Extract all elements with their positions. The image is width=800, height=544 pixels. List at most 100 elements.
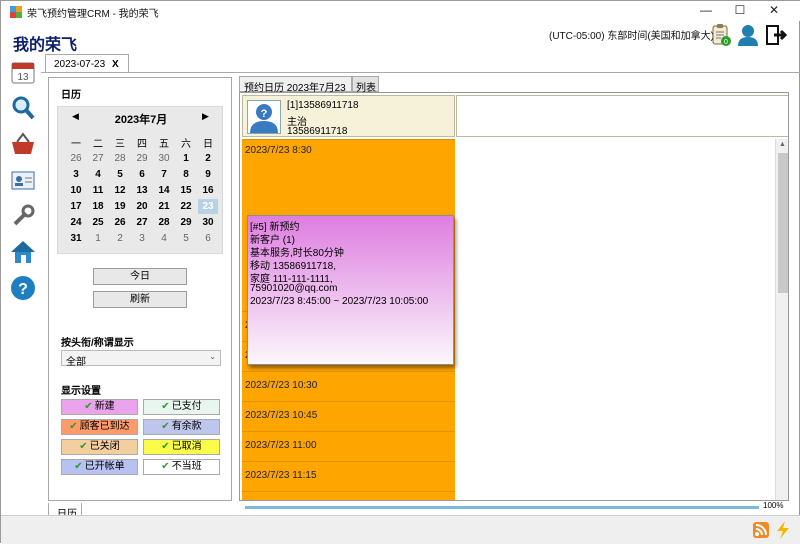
calendar-day[interactable]: 16	[198, 183, 218, 198]
staff-name: [1]13586911718	[287, 100, 359, 111]
time-slot[interactable]: 2023/7/23 10:45	[242, 401, 455, 431]
calendar-day[interactable]: 27	[132, 215, 152, 230]
calendar-day-selected[interactable]: 23	[198, 199, 218, 214]
calendar-day[interactable]: 6	[198, 231, 218, 246]
help-icon[interactable]: ?	[10, 275, 36, 301]
calendar-day[interactable]: 25	[88, 215, 108, 230]
calendar-day[interactable]: 11	[88, 183, 108, 198]
calendar-day[interactable]: 2	[110, 231, 130, 246]
check-icon: ✔	[74, 461, 83, 472]
legend-item[interactable]: ✔ 已开帐单	[61, 459, 138, 475]
minimize-button[interactable]: —	[689, 1, 723, 19]
clipboard-icon[interactable]: 0	[709, 23, 733, 47]
calendar-day[interactable]: 27	[88, 151, 108, 166]
time-slot[interactable]: 2023/7/23 11:30	[242, 491, 455, 500]
legend-item[interactable]: ✔ 已关闭	[61, 439, 138, 455]
calendar-day[interactable]: 3	[132, 231, 152, 246]
timezone-label: (UTC-05:00) 东部时间(美国和加拿大)	[549, 31, 715, 42]
scrollbar-thumb[interactable]	[778, 153, 788, 293]
check-icon: ✔	[84, 401, 93, 412]
refresh-button[interactable]: 刷新	[93, 291, 187, 308]
logout-icon[interactable]	[764, 23, 788, 47]
legend-item[interactable]: ✔ 已取消	[143, 439, 220, 455]
tab-day-view[interactable]: 预约日历 2023年7月23日	[239, 76, 352, 109]
home-icon[interactable]	[10, 239, 36, 265]
avatar-icon: ?	[247, 100, 281, 134]
calendar-day[interactable]: 22	[176, 199, 196, 214]
legend-item[interactable]: ✔ 有余款	[143, 419, 220, 435]
legend-item[interactable]: ✔ 已支付	[143, 399, 220, 415]
legend-item[interactable]: ✔ 不当班	[143, 459, 220, 475]
scroll-up-icon[interactable]: ▲	[779, 141, 786, 148]
legend-item[interactable]: ✔ 新建	[61, 399, 138, 415]
search-icon[interactable]	[10, 95, 36, 121]
vertical-scrollbar[interactable]: ▲	[775, 139, 788, 500]
rss-icon[interactable]	[753, 522, 769, 538]
calendar-day[interactable]: 1	[176, 151, 196, 166]
lightning-icon[interactable]	[775, 521, 791, 539]
check-icon: ✔	[161, 461, 170, 472]
time-slot-label: 2023/7/23 10:30	[245, 380, 318, 391]
calendar-day[interactable]: 15	[176, 183, 196, 198]
tab-divider	[41, 72, 800, 73]
month-calendar: ◀ 2023年7月 ▶ 一二三四五六日 26 27 28 29 30 1 2 3 4 5 6 7 8 9 1…	[57, 106, 223, 254]
next-month-icon[interactable]: ▶	[202, 111, 209, 122]
calendar-day[interactable]: 13	[132, 183, 152, 198]
tab-list-view[interactable]: 列表	[352, 76, 379, 94]
calendar-day[interactable]: 30	[198, 215, 218, 230]
today-button[interactable]: 今日	[93, 268, 187, 285]
calendar-day[interactable]: 14	[154, 183, 174, 198]
staff-header[interactable]: ? [1]13586911718 主治 13586911718	[242, 95, 455, 137]
calendar-day[interactable]: 5	[176, 231, 196, 246]
svg-text:13: 13	[17, 72, 29, 83]
calendar-day[interactable]: 6	[132, 167, 152, 182]
tab-date[interactable]: 2023-07-23 X	[45, 54, 129, 73]
weekday-label: 三	[115, 139, 125, 150]
calendar-day[interactable]: 5	[110, 167, 130, 182]
time-slot[interactable]: 2023/7/23 10:30	[242, 371, 455, 401]
calendar-day[interactable]: 18	[88, 199, 108, 214]
left-nav: 13 ?	[1, 53, 41, 544]
calendar-day[interactable]: 26	[66, 151, 86, 166]
basket-icon[interactable]	[10, 131, 36, 157]
appointment-line: 2023/7/23 8:45:00 ~ 2023/7/23 10:05:00	[250, 296, 429, 307]
legend-item[interactable]: ✔ 顾客已到达	[61, 419, 138, 435]
filter-label: 按头衔/称谓显示	[61, 338, 134, 349]
calendar-day[interactable]: 8	[176, 167, 196, 182]
calendar-day[interactable]: 7	[154, 167, 174, 182]
time-slot[interactable]: 2023/7/23 11:15	[242, 461, 455, 491]
calendar-day[interactable]: 10	[66, 183, 86, 198]
contact-card-icon[interactable]	[10, 167, 36, 193]
wrench-icon[interactable]	[10, 203, 36, 229]
calendar-day[interactable]: 30	[154, 151, 174, 166]
calendar-icon[interactable]: 13	[10, 59, 36, 85]
calendar-day[interactable]: 1	[88, 231, 108, 246]
calendar-day[interactable]: 4	[154, 231, 174, 246]
appointment-card[interactable]: [#5] 新预约 新客户 (1) 基本服务,时长80分钟 移动 13586911718…	[247, 215, 454, 365]
calendar-day[interactable]: 3	[66, 167, 86, 182]
calendar-day[interactable]: 21	[154, 199, 174, 214]
calendar-day[interactable]: 2	[198, 151, 218, 166]
calendar-day[interactable]: 20	[132, 199, 152, 214]
title-filter-select[interactable]: 全部 ⌄	[61, 350, 221, 368]
calendar-panel: 日历 ◀ 2023年7月 ▶ 一二三四五六日 26 27 28 29 30 1 2 3 4 5 6 7…	[48, 77, 232, 501]
calendar-day[interactable]: 19	[110, 199, 130, 214]
user-icon[interactable]	[736, 23, 760, 47]
calendar-day[interactable]: 29	[132, 151, 152, 166]
calendar-day[interactable]: 9	[198, 167, 218, 182]
calendar-day[interactable]: 31	[66, 231, 86, 246]
calendar-day[interactable]: 26	[110, 215, 130, 230]
calendar-day[interactable]: 17	[66, 199, 86, 214]
calendar-day[interactable]: 29	[176, 215, 196, 230]
time-slot[interactable]: 2023/7/23 11:00	[242, 431, 455, 461]
maximize-button[interactable]: ☐	[723, 1, 757, 19]
calendar-day[interactable]: 4	[88, 167, 108, 182]
calendar-day[interactable]: 28	[110, 151, 130, 166]
tab-close-icon[interactable]: X	[112, 59, 119, 70]
close-window-button[interactable]: ✕	[757, 1, 791, 19]
weekday-label: 二	[93, 139, 103, 150]
calendar-day[interactable]: 12	[110, 183, 130, 198]
time-slot[interactable]: 2023/7/23 8:30	[242, 139, 455, 169]
calendar-day[interactable]: 24	[66, 215, 86, 230]
calendar-day[interactable]: 28	[154, 215, 174, 230]
